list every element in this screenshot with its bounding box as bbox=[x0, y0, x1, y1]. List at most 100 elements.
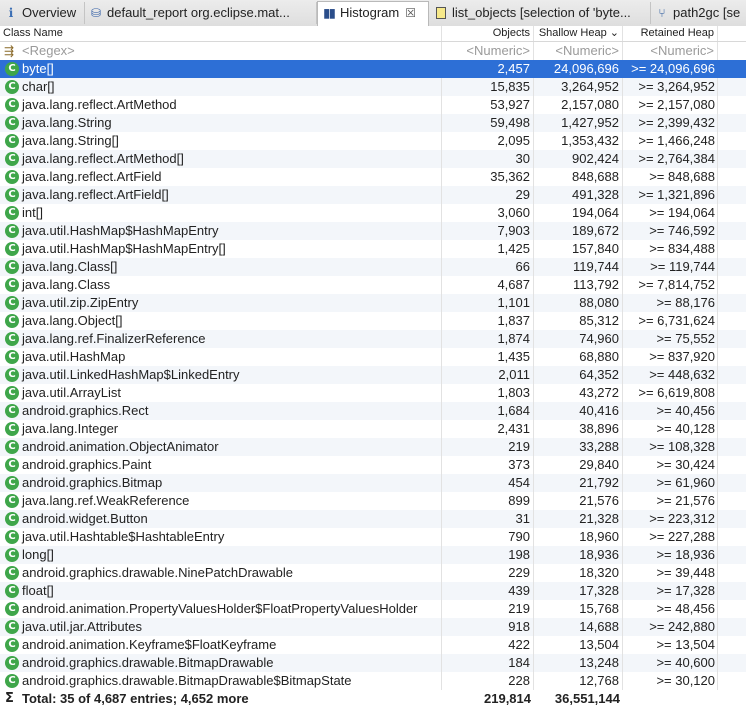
table-row[interactable]: Cjava.lang.ref.FinalizerReference 1,874 74… bbox=[0, 330, 746, 348]
table-row[interactable]: Candroid.animation.ObjectAnimator 219 33,2… bbox=[0, 438, 746, 456]
total-label: Total: 35 of 4,687 entries; 4,652 more bbox=[22, 691, 249, 706]
class-name-cell: Cjava.lang.String[] bbox=[0, 132, 442, 150]
shallow-heap-cell: 21,576 bbox=[534, 492, 623, 510]
table-row[interactable]: Cjava.lang.Object[] 1,837 85,312 >= 6,731,6… bbox=[0, 312, 746, 330]
class-name-cell: Cjava.lang.Class[] bbox=[0, 258, 442, 276]
class-icon: C bbox=[5, 476, 19, 490]
tab-path2gc[interactable]: ⑂ path2gc [se bbox=[651, 2, 746, 24]
table-row[interactable]: Cbyte[] 2,457 24,096,696 >= 24,096,696 bbox=[0, 60, 746, 78]
objects-cell: 35,362 bbox=[442, 168, 534, 186]
table-row[interactable]: Cjava.lang.Integer 2,431 38,896 >= 40,128 bbox=[0, 420, 746, 438]
class-name-cell: Candroid.graphics.drawable.NinePatchDraw… bbox=[0, 564, 442, 582]
table-row[interactable]: Cjava.lang.Class[] 66 119,744 >= 119,744 bbox=[0, 258, 746, 276]
shallow-heap-cell: 13,504 bbox=[534, 636, 623, 654]
class-icon: C bbox=[5, 584, 19, 598]
shallow-heap-cell: 3,264,952 bbox=[534, 78, 623, 96]
shallow-heap-filter-input[interactable]: <Numeric> bbox=[534, 42, 623, 60]
objects-cell: 1,874 bbox=[442, 330, 534, 348]
table-row[interactable]: Cjava.util.LinkedHashMap$LinkedEntry 2,01… bbox=[0, 366, 746, 384]
table-row[interactable]: Candroid.graphics.Rect 1,684 40,416 >= 40,4… bbox=[0, 402, 746, 420]
retained-heap-cell: >= 40,600 bbox=[623, 654, 718, 672]
table-row[interactable]: Cjava.util.jar.Attributes 918 14,688 >= 242… bbox=[0, 618, 746, 636]
retained-heap-filter-input[interactable]: <Numeric> bbox=[623, 42, 718, 60]
regex-filter-input[interactable]: ⇶ <Regex> bbox=[0, 42, 442, 60]
table-row[interactable]: Cjava.util.HashMap 1,435 68,880 >= 837,920 bbox=[0, 348, 746, 366]
class-icon: C bbox=[5, 170, 19, 184]
class-name-cell: Cjava.lang.ref.WeakReference bbox=[0, 492, 442, 510]
tab-default-report[interactable]: ⛁ default_report org.eclipse.mat... bbox=[85, 2, 317, 24]
sigma-icon: Σ bbox=[5, 691, 14, 706]
class-icon: C bbox=[5, 404, 19, 418]
retained-heap-cell: >= 48,456 bbox=[623, 600, 718, 618]
retained-heap-cell: >= 119,744 bbox=[623, 258, 718, 276]
class-name-cell: Candroid.animation.Keyframe$FloatKeyfram… bbox=[0, 636, 442, 654]
tab-list-objects[interactable]: list_objects [selection of 'byte... bbox=[430, 2, 651, 24]
objects-filter-input[interactable]: <Numeric> bbox=[442, 42, 534, 60]
column-header-class-name[interactable]: Class Name bbox=[0, 26, 442, 41]
table-row[interactable]: Cjava.util.HashMap$HashMapEntry 7,903 189,… bbox=[0, 222, 746, 240]
class-icon: C bbox=[5, 314, 19, 328]
class-icon: C bbox=[5, 332, 19, 346]
table-row[interactable]: Candroid.graphics.Bitmap 454 21,792 >= 61,9… bbox=[0, 474, 746, 492]
table-row[interactable]: Cjava.util.Hashtable$HashtableEntry 790 18… bbox=[0, 528, 746, 546]
class-name: android.graphics.drawable.NinePatchDrawa… bbox=[22, 565, 293, 580]
class-icon: C bbox=[5, 620, 19, 634]
retained-heap-cell: >= 2,764,384 bbox=[623, 150, 718, 168]
table-row[interactable]: Candroid.graphics.Paint 373 29,840 >= 30,42… bbox=[0, 456, 746, 474]
tab-label: path2gc [se bbox=[673, 5, 741, 20]
table-row[interactable]: Cjava.util.ArrayList 1,803 43,272 >= 6,619,… bbox=[0, 384, 746, 402]
class-icon: C bbox=[5, 98, 19, 112]
table-row[interactable]: Cjava.util.zip.ZipEntry 1,101 88,080 >= 88,… bbox=[0, 294, 746, 312]
class-icon: C bbox=[5, 152, 19, 166]
table-row[interactable]: Candroid.animation.PropertyValuesHolder$… bbox=[0, 600, 746, 618]
column-header-shallow-heap[interactable]: Shallow Heap ⌄ bbox=[534, 26, 623, 41]
table-row[interactable]: Cjava.lang.Class 4,687 113,792 >= 7,814,752 bbox=[0, 276, 746, 294]
class-name-cell: Candroid.graphics.Rect bbox=[0, 402, 442, 420]
table-row[interactable]: Cjava.lang.reflect.ArtMethod[] 30 902,424 >… bbox=[0, 150, 746, 168]
class-name-cell: Cjava.lang.Object[] bbox=[0, 312, 442, 330]
table-row[interactable]: Candroid.graphics.drawable.NinePatchDraw… bbox=[0, 564, 746, 582]
shallow-heap-cell: 18,936 bbox=[534, 546, 623, 564]
tab-histogram[interactable]: ▮▮ Histogram ☒ bbox=[317, 1, 429, 26]
table-row[interactable]: Cjava.lang.String[] 2,095 1,353,432 >= 1,46… bbox=[0, 132, 746, 150]
table-row[interactable]: Cjava.lang.reflect.ArtField 35,362 848,688… bbox=[0, 168, 746, 186]
retained-heap-cell: >= 40,128 bbox=[623, 420, 718, 438]
table-row[interactable]: Cjava.lang.reflect.ArtMethod 53,927 2,157,… bbox=[0, 96, 746, 114]
table-row[interactable]: Candroid.widget.Button 31 21,328 >= 223,312 bbox=[0, 510, 746, 528]
table-row[interactable]: Candroid.graphics.drawable.BitmapDrawabl… bbox=[0, 672, 746, 690]
column-header-retained-heap[interactable]: Retained Heap bbox=[623, 26, 718, 41]
table-row[interactable]: Cjava.lang.String 59,498 1,427,952 >= 2,399… bbox=[0, 114, 746, 132]
column-header-objects[interactable]: Objects bbox=[442, 26, 534, 41]
tab-overview[interactable]: i Overview bbox=[0, 2, 85, 24]
editor-tab-bar: i Overview ⛁ default_report org.eclipse.ma… bbox=[0, 0, 746, 27]
close-icon[interactable]: ☒ bbox=[405, 6, 416, 20]
class-icon: C bbox=[5, 80, 19, 94]
retained-heap-cell: >= 6,731,624 bbox=[623, 312, 718, 330]
class-icon: C bbox=[5, 224, 19, 238]
class-name: java.util.zip.ZipEntry bbox=[22, 295, 139, 310]
table-row[interactable]: Candroid.graphics.drawable.BitmapDrawabl… bbox=[0, 654, 746, 672]
table-row[interactable]: Candroid.animation.Keyframe$FloatKeyfram… bbox=[0, 636, 746, 654]
class-icon: C bbox=[5, 278, 19, 292]
class-name: java.lang.ref.FinalizerReference bbox=[22, 331, 206, 346]
shallow-heap-cell: 14,688 bbox=[534, 618, 623, 636]
histogram-table-body: Cbyte[] 2,457 24,096,696 >= 24,096,696 Cchar… bbox=[0, 60, 746, 690]
table-row[interactable]: Cfloat[] 439 17,328 >= 17,328 bbox=[0, 582, 746, 600]
table-row[interactable]: Cjava.lang.ref.WeakReference 899 21,576 >= … bbox=[0, 492, 746, 510]
objects-cell: 2,011 bbox=[442, 366, 534, 384]
table-row[interactable]: Clong[] 198 18,936 >= 18,936 bbox=[0, 546, 746, 564]
table-row[interactable]: Cchar[] 15,835 3,264,952 >= 3,264,952 bbox=[0, 78, 746, 96]
class-icon: C bbox=[5, 296, 19, 310]
objects-cell: 29 bbox=[442, 186, 534, 204]
objects-cell: 53,927 bbox=[442, 96, 534, 114]
table-row[interactable]: Cjava.lang.reflect.ArtField[] 29 491,328 >=… bbox=[0, 186, 746, 204]
class-icon: C bbox=[5, 566, 19, 580]
table-row[interactable]: Cjava.util.HashMap$HashMapEntry[] 1,425 15… bbox=[0, 240, 746, 258]
table-row[interactable]: Cint[] 3,060 194,064 >= 194,064 bbox=[0, 204, 746, 222]
class-icon: C bbox=[5, 602, 19, 616]
total-shallow-heap: 36,551,144 bbox=[554, 691, 620, 706]
class-name-cell: Cjava.util.LinkedHashMap$LinkedEntry bbox=[0, 366, 442, 384]
shallow-heap-cell: 119,744 bbox=[534, 258, 623, 276]
retained-heap-cell: >= 194,064 bbox=[623, 204, 718, 222]
class-name-cell: Cjava.util.Hashtable$HashtableEntry bbox=[0, 528, 442, 546]
